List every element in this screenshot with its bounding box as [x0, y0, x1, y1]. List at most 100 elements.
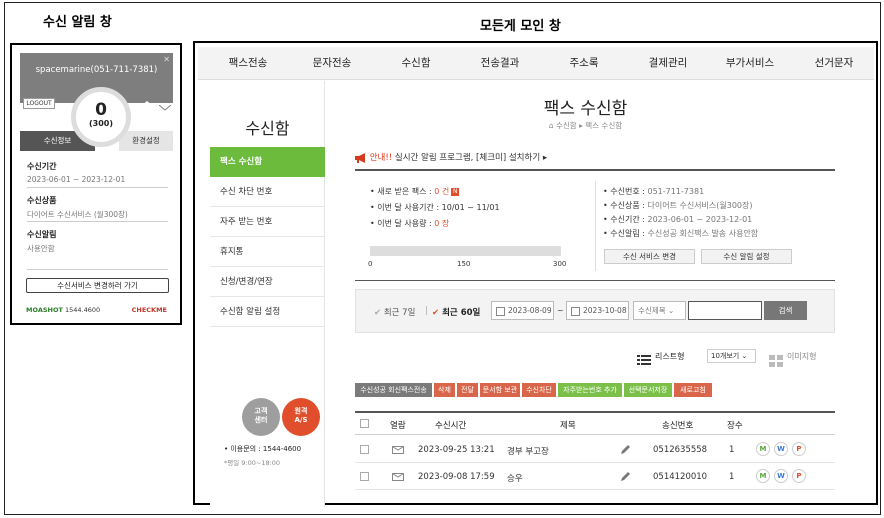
- info-product-label: 수신상품: [27, 196, 57, 205]
- info-period-label: 수신기간: [27, 162, 57, 171]
- search-field-select[interactable]: 수신제목 ⌄: [633, 301, 686, 320]
- sidebar-item-frequent-numbers[interactable]: 자주 받는 번호: [210, 207, 325, 237]
- row-pages: 1: [729, 445, 735, 455]
- check-icon: ✔: [374, 308, 382, 318]
- row-time: 2023-09-25 13:21: [418, 445, 495, 455]
- archive-button[interactable]: 문서함 보관: [480, 383, 520, 397]
- stat-product: • 수신상품 : 다이어트 수신서비스(월300장): [603, 200, 753, 211]
- nav-fax-send[interactable]: 팩스전송: [208, 47, 288, 80]
- envelope-icon: [392, 471, 404, 484]
- mail-icon[interactable]: [158, 99, 172, 118]
- stat-receive-number: • 수신번호 : 051-711-7381: [603, 186, 704, 197]
- stat-new-faxes-value: 0 건: [434, 187, 450, 196]
- page-title: 팩스 수신함: [543, 99, 628, 119]
- row-m-button[interactable]: M: [756, 442, 770, 456]
- stat-receive-alert-label: • 수신알림 :: [603, 229, 648, 238]
- per-page-value: 10개보기: [711, 352, 740, 360]
- forward-button[interactable]: 전달: [457, 383, 478, 397]
- save-selected-button[interactable]: 선택문서저장: [624, 383, 672, 397]
- row-pages: 1: [729, 472, 735, 482]
- checkme-logo: CHECKME: [131, 306, 167, 314]
- row-sender: 0514120010: [653, 472, 708, 482]
- sidebar-item-blocked-numbers[interactable]: 수신 차단 번호: [210, 177, 325, 207]
- row-checkbox[interactable]: [360, 472, 369, 481]
- calendar-icon: [571, 306, 580, 316]
- row-p-button[interactable]: P: [792, 442, 806, 456]
- pencil-icon[interactable]: [620, 444, 631, 458]
- row-sender: 0512635558: [653, 445, 708, 455]
- divider: [355, 169, 835, 171]
- business-hours: *평일 9:00~18:00: [224, 459, 281, 467]
- table-row[interactable]: 2023-09-08 17:59 승우 0514120010 1 M W P: [355, 464, 835, 490]
- add-frequent-button[interactable]: 자주받는번호 추가: [558, 383, 622, 397]
- search-input[interactable]: [688, 301, 762, 320]
- nav-send-result[interactable]: 전송결과: [460, 47, 540, 80]
- sidebar-item-alert-settings[interactable]: 수신함 알림 설정: [210, 297, 325, 327]
- pencil-icon[interactable]: [620, 471, 631, 485]
- info-period-value: 2023-06-01 ~ 2023-12-01: [27, 175, 126, 184]
- popup-section-label: 수신 알림 창: [43, 15, 112, 30]
- stat-receive-alert-value: 수신성공 회신팩스 발송 사용안함: [647, 229, 759, 238]
- list-view-icon[interactable]: [637, 351, 651, 370]
- nav-inbox[interactable]: 수신함: [376, 47, 456, 80]
- block-button[interactable]: 수신차단: [522, 383, 556, 397]
- nav-sms-send[interactable]: 문자전송: [292, 47, 372, 80]
- home-icon[interactable]: [141, 97, 153, 116]
- breadcrumb: ⌂ 수신함 ▸ 팩스 수신함: [548, 121, 623, 130]
- image-view-label[interactable]: 이미지형: [787, 351, 816, 362]
- stat-usage-value: 0 장: [434, 219, 450, 228]
- nav-addon-services[interactable]: 부가서비스: [710, 47, 790, 80]
- stat-new-faxes: • 새로 받은 팩스 : 0 건N: [370, 186, 460, 197]
- stat-receive-period-value: 2023-06-01 ~ 2023-12-01: [647, 215, 753, 224]
- nav-election-sms[interactable]: 선거문자: [794, 47, 874, 80]
- notice-link[interactable]: 안내!! 실시간 알림 프로그램, [체크미] 설치하기 ▸: [355, 151, 547, 163]
- delete-button[interactable]: 삭제: [434, 383, 455, 397]
- date-to-input[interactable]: 2023-10-08: [566, 301, 629, 320]
- received-count-circle: 0 (300): [71, 87, 131, 147]
- row-w-button[interactable]: W: [774, 442, 788, 456]
- sidebar-item-fax-inbox[interactable]: 팩스 수신함: [210, 147, 325, 177]
- select-all-checkbox[interactable]: [360, 419, 369, 428]
- tab-settings[interactable]: 환경설정: [119, 131, 173, 151]
- alert-setting-button[interactable]: 수신 알림 설정: [701, 249, 792, 264]
- new-badge-icon: N: [451, 187, 460, 196]
- sidebar-item-apply-change[interactable]: 신청/변경/연장: [210, 267, 325, 297]
- nav-billing[interactable]: 결제관리: [628, 47, 708, 80]
- stat-receive-number-label: • 수신번호 :: [603, 187, 648, 196]
- reply-fax-button[interactable]: 수신성공 회신팩스전송: [355, 383, 432, 397]
- stat-receive-period: • 수신기간 : 2023-06-01 ~ 2023-12-01: [603, 214, 752, 225]
- row-title[interactable]: 승우: [507, 472, 523, 484]
- row-m-button[interactable]: M: [756, 469, 770, 483]
- customer-center-button[interactable]: 고객 센터: [242, 398, 280, 436]
- divider: [27, 221, 168, 222]
- sidebar-item-trash[interactable]: 휴지통: [210, 237, 325, 267]
- change-service-button[interactable]: 수신 서비스 변경: [604, 249, 695, 264]
- separator: |: [425, 306, 428, 316]
- filter-recent-7[interactable]: ✔ 최근 7일: [374, 306, 415, 318]
- row-title[interactable]: 경부 부고장: [507, 445, 549, 457]
- row-checkbox[interactable]: [360, 445, 369, 454]
- remote-as-button[interactable]: 원격 A/S: [282, 398, 320, 436]
- refresh-button[interactable]: 새로고침: [674, 383, 712, 397]
- info-product: 수신상품 다이어트 수신서비스 (월300장): [27, 195, 128, 220]
- change-service-button[interactable]: 수신서비스 변경하러 가기: [26, 278, 169, 293]
- filter-recent-60[interactable]: ✔ 최근 60일: [432, 306, 480, 318]
- calendar-icon: [496, 306, 505, 316]
- image-view-icon[interactable]: [769, 352, 783, 371]
- search-button[interactable]: 검색: [764, 301, 807, 320]
- date-from-input[interactable]: 2023-08-09: [491, 301, 554, 320]
- info-product-value: 다이어트 수신서비스 (월300장): [27, 210, 128, 219]
- logout-button[interactable]: LOGOUT: [23, 98, 55, 109]
- row-p-button[interactable]: P: [792, 469, 806, 483]
- row-w-button[interactable]: W: [774, 469, 788, 483]
- nav-addressbook[interactable]: 주소록: [544, 47, 624, 80]
- per-page-select[interactable]: 10개보기 ⌄: [707, 349, 756, 363]
- stat-period-value: 10/01 ~ 11/01: [441, 203, 500, 212]
- info-period: 수신기간 2023-06-01 ~ 2023-12-01: [27, 161, 125, 184]
- table-row[interactable]: 2023-09-25 13:21 경부 부고장 0512635558 1 M W…: [355, 437, 835, 463]
- list-view-label[interactable]: 리스트형: [655, 351, 684, 362]
- divider: [355, 280, 835, 281]
- close-icon[interactable]: ✕: [163, 55, 170, 64]
- alert-popup: spacemarine(051-711-7381) ✕ LOGOUT 0 (30…: [20, 53, 173, 315]
- search-field-value: 수신제목: [638, 306, 666, 315]
